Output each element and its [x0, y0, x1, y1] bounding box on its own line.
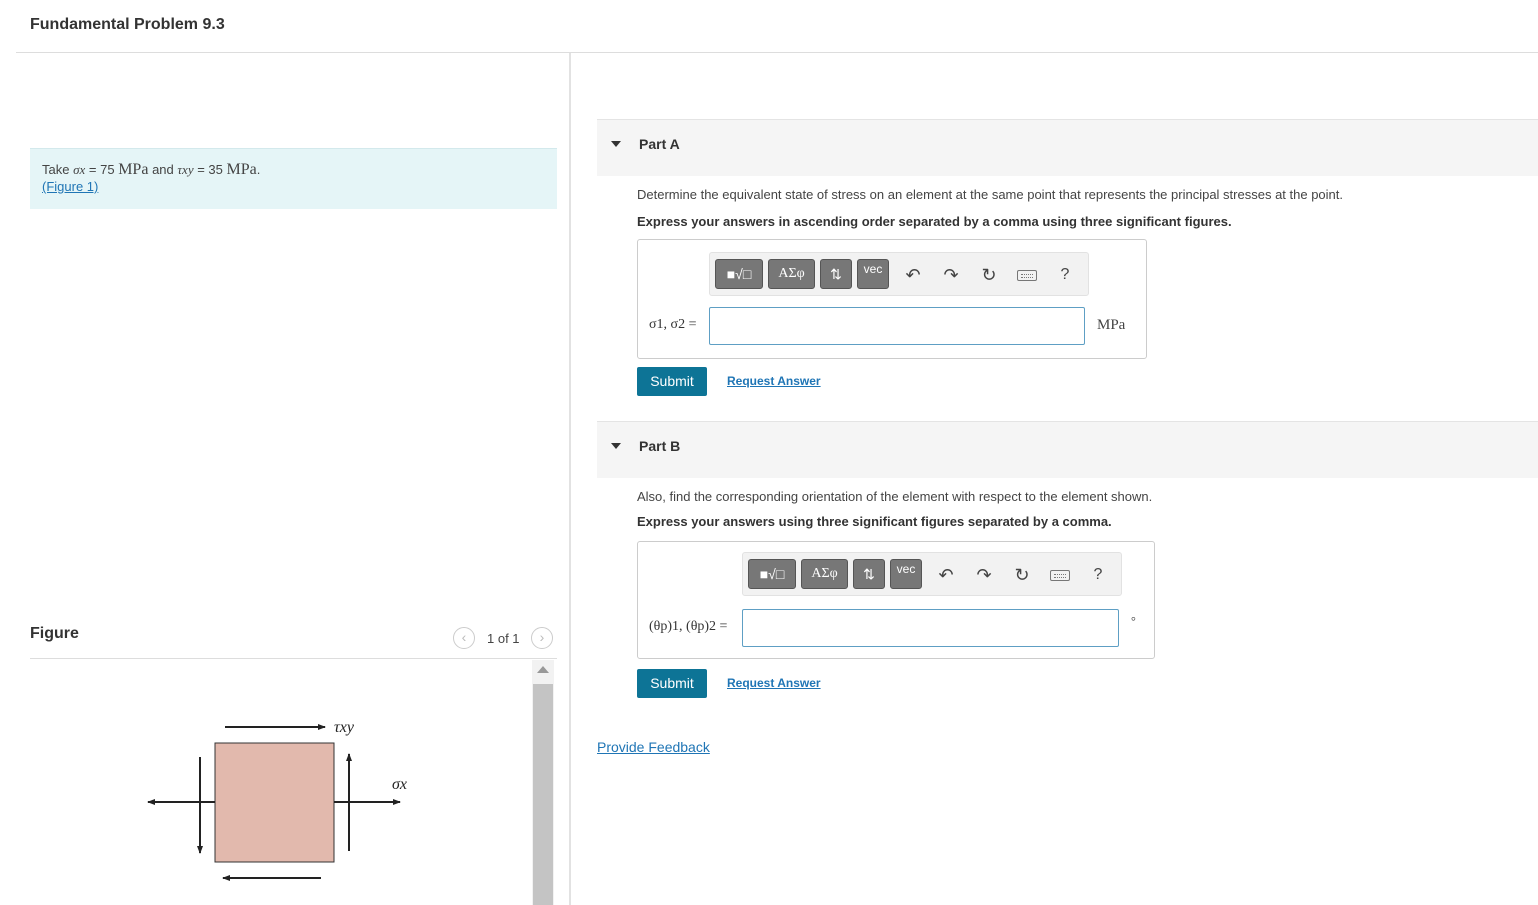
help-icon[interactable]: ?	[1086, 563, 1110, 587]
given-take: Take	[42, 162, 70, 177]
undo-icon[interactable]: ↶	[934, 563, 958, 587]
sigma-value: = 75	[88, 162, 115, 177]
sigma-symbol: σx	[73, 162, 86, 177]
arrows-button[interactable]: ⇅	[820, 259, 852, 289]
part-a-instruction: Express your answers in ascending order …	[637, 214, 1232, 229]
part-b-answer-box: ■√□ ΑΣφ ⇅ vec ↶ ↷ ↻ ? (θp)1, (θp)2 = °	[637, 541, 1155, 659]
figure-scroll-thumb[interactable]	[533, 684, 553, 905]
part-b-math-toolbar: ■√□ ΑΣφ ⇅ vec ↶ ↷ ↻ ?	[742, 552, 1122, 596]
greek-symbols-button[interactable]: ΑΣφ	[768, 259, 815, 289]
redo-icon[interactable]: ↷	[939, 263, 963, 287]
vector-button[interactable]: vec	[890, 559, 922, 589]
figure-counter: 1 of 1	[487, 631, 520, 646]
header-divider	[16, 52, 1538, 53]
page-title: Fundamental Problem 9.3	[30, 16, 225, 33]
tau-value: = 35	[197, 162, 223, 177]
tau-xy-label: τxy	[334, 719, 355, 736]
part-b-title: Part B	[639, 438, 681, 454]
part-b-question: Also, find the corresponding orientation…	[637, 489, 1153, 504]
templates-button[interactable]: ■√□	[748, 559, 796, 589]
given-line: Take σx = 75 MPa and τxy = 35 MPa.	[42, 161, 545, 179]
part-a-header[interactable]: Part A	[597, 119, 1538, 176]
given-and: and	[152, 162, 174, 177]
figure-divider	[30, 658, 557, 659]
given-period: .	[256, 162, 261, 177]
part-a-answer-box: ■√□ ΑΣφ ⇅ vec ↶ ↷ ↻ ? σ1, σ2 = MPa	[637, 239, 1147, 359]
part-a-submit-button[interactable]: Submit	[637, 367, 707, 396]
part-b-submit-button[interactable]: Submit	[637, 669, 707, 698]
part-b-request-answer-link[interactable]: Request Answer	[727, 676, 821, 690]
figure-prev-button[interactable]: ‹	[453, 627, 475, 649]
sigma-unit: MPa	[118, 161, 149, 178]
figure-link[interactable]: (Figure 1)	[42, 179, 98, 194]
reset-icon[interactable]: ↻	[977, 263, 1001, 287]
part-a-answer-input[interactable]	[709, 307, 1085, 345]
part-a-math-toolbar: ■√□ ΑΣφ ⇅ vec ↶ ↷ ↻ ?	[709, 252, 1089, 296]
figure-next-button[interactable]: ›	[531, 627, 553, 649]
keyboard-icon[interactable]	[1050, 570, 1070, 581]
part-a-unit: MPa	[1097, 317, 1126, 333]
undo-icon[interactable]: ↶	[901, 263, 925, 287]
part-b-header[interactable]: Part B	[597, 421, 1538, 478]
greek-symbols-button[interactable]: ΑΣφ	[801, 559, 848, 589]
part-a-question: Determine the equivalent state of stress…	[637, 187, 1344, 202]
column-divider	[569, 53, 571, 905]
redo-icon[interactable]: ↷	[972, 563, 996, 587]
provide-feedback-link[interactable]: Provide Feedback	[597, 739, 710, 755]
arrows-button[interactable]: ⇅	[853, 559, 885, 589]
templates-button[interactable]: ■√□	[715, 259, 763, 289]
help-icon[interactable]: ?	[1053, 263, 1077, 287]
part-a-title: Part A	[639, 136, 680, 152]
vector-button[interactable]: vec	[857, 259, 889, 289]
part-b-equation-label: (θp)1, (θp)2 =	[649, 619, 728, 634]
reset-icon[interactable]: ↻	[1010, 563, 1034, 587]
part-b-answer-input[interactable]	[742, 609, 1119, 647]
part-a-equation-label: σ1, σ2 =	[649, 317, 697, 332]
sigma-x-label: σx	[392, 776, 407, 793]
stress-element-figure: τxy σx	[147, 719, 407, 881]
part-b-unit: °	[1131, 614, 1136, 628]
given-panel: Take σx = 75 MPa and τxy = 35 MPa. (Figu…	[30, 148, 557, 209]
scroll-up-arrow-icon[interactable]	[537, 666, 549, 673]
tau-unit: MPa	[226, 161, 257, 178]
stress-element-square	[214, 742, 335, 863]
part-a-request-answer-link[interactable]: Request Answer	[727, 374, 821, 388]
caret-down-icon	[611, 443, 621, 449]
figure-heading: Figure	[30, 625, 79, 642]
caret-down-icon	[611, 141, 621, 147]
tau-symbol: τxy	[177, 162, 194, 177]
keyboard-icon[interactable]	[1017, 270, 1037, 281]
part-b-instruction: Express your answers using three signifi…	[637, 514, 1112, 529]
